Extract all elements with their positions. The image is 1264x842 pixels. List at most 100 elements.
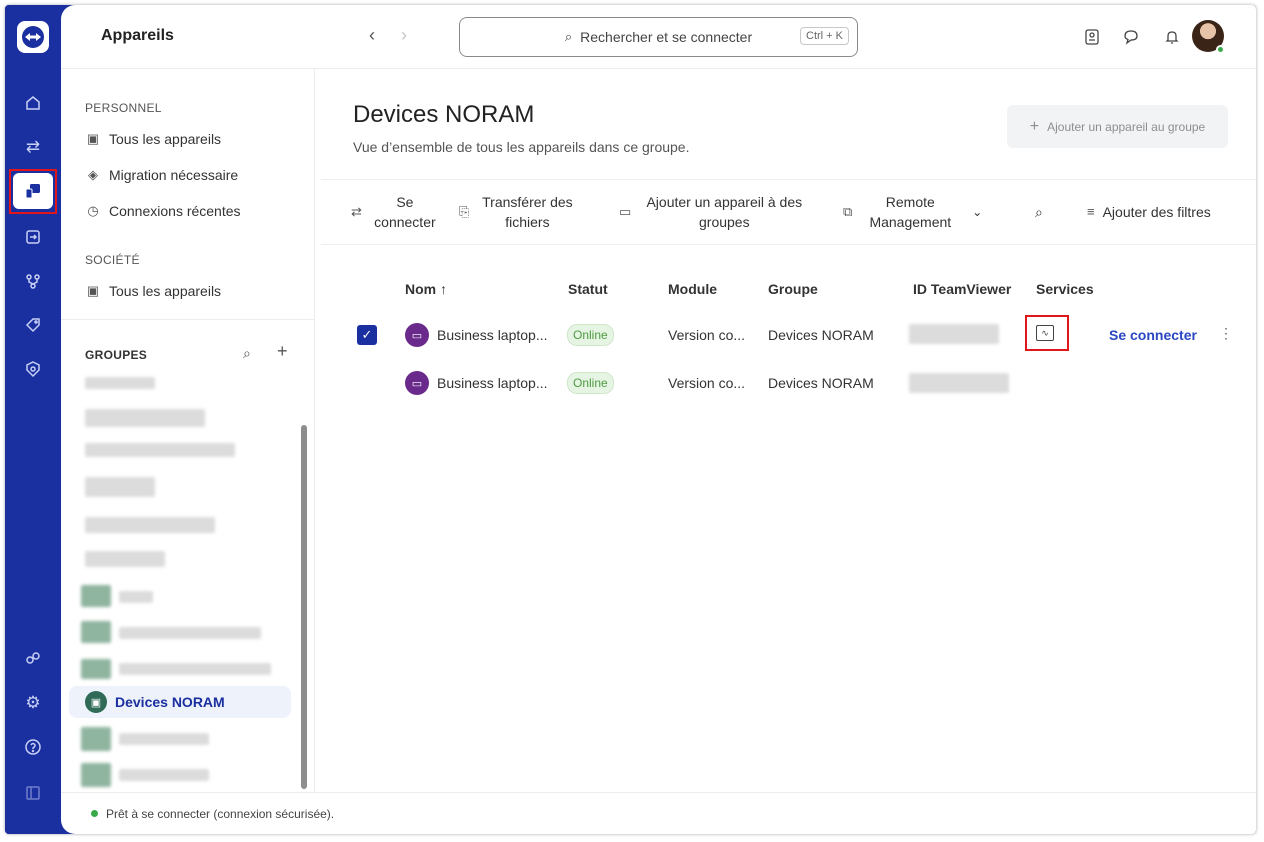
blurred-group-icon	[81, 727, 111, 751]
migration-icon: ◈	[88, 167, 98, 182]
sidebar-item-all-devices[interactable]: ▣ Tous les appareils	[85, 131, 221, 147]
column-header-module[interactable]: Module	[668, 281, 717, 297]
search-shortcut: Ctrl + K	[800, 27, 849, 45]
table-row[interactable]: ✓ ▭ Business laptop... Online Version co…	[315, 313, 1256, 357]
blurred-group[interactable]	[119, 733, 209, 745]
add-to-groups-button[interactable]: ▭ Ajouter un appareil à des groupes	[619, 192, 809, 232]
forward-arrow-icon[interactable]: ›	[401, 25, 407, 46]
more-options-icon[interactable]: ⋮	[1219, 325, 1233, 342]
blurred-group[interactable]	[119, 769, 209, 781]
groups-section	[61, 319, 315, 320]
row-checkbox[interactable]: ✓	[357, 325, 377, 345]
blurred-group-icon	[81, 763, 111, 787]
contacts-icon[interactable]	[1082, 27, 1102, 47]
page-subtitle: Vue d’ensemble de tous les appareils dan…	[353, 139, 690, 155]
highlight-box	[1025, 315, 1069, 351]
page-title: Devices NORAM	[353, 101, 535, 128]
main-panel: Appareils ‹ › ⌕ Rechercher et se connect…	[61, 5, 1256, 834]
remote-management-icon: ⧉	[843, 204, 853, 219]
devices-icon: ▣	[86, 131, 100, 146]
sidebar-scrollbar[interactable]	[301, 425, 307, 789]
blurred-group-icon	[81, 659, 111, 679]
back-arrow-icon[interactable]: ‹	[369, 25, 375, 46]
folder-add-icon: ▭	[619, 204, 632, 219]
sidebar-item-company-devices[interactable]: ▣ Tous les appareils	[85, 283, 221, 299]
search-icon: ⌕	[564, 29, 573, 44]
transfer-icon: ⇄	[351, 204, 362, 219]
collapse-icon[interactable]	[13, 775, 53, 811]
security-icon[interactable]	[13, 351, 53, 387]
connections-icon[interactable]	[13, 219, 53, 255]
sidebar-group-devices-noram[interactable]: ▣ Devices NORAM	[69, 686, 291, 718]
blurred-group[interactable]	[119, 591, 153, 603]
users-icon[interactable]	[13, 641, 53, 677]
table-row[interactable]: ▭ Business laptop... Online Version co..…	[315, 361, 1256, 405]
sidebar: PERSONNEL ▣ Tous les appareils ◈ Migrati…	[61, 69, 315, 792]
tag-icon[interactable]	[13, 307, 53, 343]
column-header-services[interactable]: Services	[1036, 281, 1094, 297]
connection-status-text: Prêt à se connecter (connexion sécurisée…	[106, 806, 335, 821]
integrations-icon[interactable]	[13, 263, 53, 299]
device-module: Version co...	[668, 375, 746, 391]
transfer-icon[interactable]: ⇄	[13, 129, 53, 165]
highlight-box	[9, 169, 57, 214]
sidebar-item-recent[interactable]: ◷ Connexions récentes	[85, 203, 240, 219]
column-header-teamviewer-id[interactable]: ID TeamViewer	[913, 281, 1011, 297]
add-filters-button[interactable]: ≡ Ajouter des filtres	[1087, 202, 1211, 222]
connect-button[interactable]: ⇄ Se connecter	[351, 192, 440, 232]
group-icon: ▣	[85, 691, 107, 713]
status-dot	[91, 810, 98, 817]
personal-section-label: PERSONNEL	[85, 101, 162, 115]
laptop-icon: ▭	[405, 323, 429, 347]
status-footer: Prêt à se connecter (connexion sécurisée…	[61, 792, 1256, 834]
left-rail: ⇄ ⚙	[5, 5, 61, 834]
company-section-label: SOCIÉTÉ	[85, 253, 140, 267]
blurred-group-icon	[81, 585, 111, 607]
content-area: Devices NORAM Vue d’ensemble de tous les…	[315, 69, 1256, 792]
add-group-icon[interactable]: +	[277, 341, 288, 362]
blurred-group[interactable]	[85, 517, 215, 533]
sidebar-item-migration[interactable]: ◈ Migration nécessaire	[85, 167, 238, 183]
blurred-group[interactable]	[85, 443, 235, 457]
blurred-group[interactable]	[85, 551, 165, 567]
device-name: Business laptop...	[437, 375, 548, 391]
bell-icon[interactable]	[1162, 27, 1182, 47]
status-badge: Online	[567, 372, 614, 394]
devices-icon: ▣	[86, 283, 100, 298]
blurred-group[interactable]	[85, 477, 155, 497]
teamviewer-logo-icon[interactable]	[17, 21, 49, 53]
chevron-down-icon: ⌄	[972, 205, 983, 219]
blurred-group[interactable]	[85, 409, 205, 427]
search-devices-icon[interactable]: ⌕	[1035, 202, 1043, 222]
file-transfer-icon: ⎘	[459, 204, 470, 219]
chat-icon[interactable]	[1122, 27, 1142, 47]
remote-management-button[interactable]: ⧉ Remote Management ⌄	[843, 192, 982, 232]
device-name: Business laptop...	[437, 327, 548, 343]
laptop-icon: ▭	[405, 371, 429, 395]
column-header-name[interactable]: Nom ↑	[405, 281, 447, 297]
column-header-group[interactable]: Groupe	[768, 281, 818, 297]
status-badge: Online	[567, 324, 614, 346]
filter-icon: ≡	[1087, 204, 1095, 219]
blurred-group[interactable]	[85, 377, 155, 389]
groups-section-label: GROUPES	[85, 348, 148, 362]
device-module: Version co...	[668, 327, 746, 343]
add-device-to-group-button[interactable]: + Ajouter un appareil au groupe	[1007, 105, 1228, 148]
settings-icon[interactable]: ⚙	[13, 685, 53, 721]
blurred-group[interactable]	[119, 663, 271, 675]
help-icon[interactable]	[13, 729, 53, 765]
clock-icon: ◷	[87, 203, 99, 218]
teamviewer-id-blurred	[909, 324, 999, 344]
device-group: Devices NORAM	[768, 375, 874, 391]
plus-icon: +	[1029, 117, 1040, 135]
search-input[interactable]: ⌕ Rechercher et se connecter Ctrl + K	[459, 17, 858, 57]
row-connect-link[interactable]: Se connecter	[1109, 327, 1197, 343]
app-window: ⇄ ⚙ Appareils ‹ › ⌕ Rechercher et se con…	[5, 5, 1256, 834]
home-icon[interactable]	[13, 85, 53, 121]
blurred-group[interactable]	[119, 627, 261, 639]
teamviewer-id-blurred	[909, 373, 1009, 393]
column-header-status[interactable]: Statut	[568, 281, 608, 297]
search-groups-icon[interactable]: ⌕	[243, 345, 251, 362]
online-status-dot	[1216, 45, 1225, 54]
transfer-files-button[interactable]: ⎘ Transférer des fichiers	[459, 192, 577, 232]
